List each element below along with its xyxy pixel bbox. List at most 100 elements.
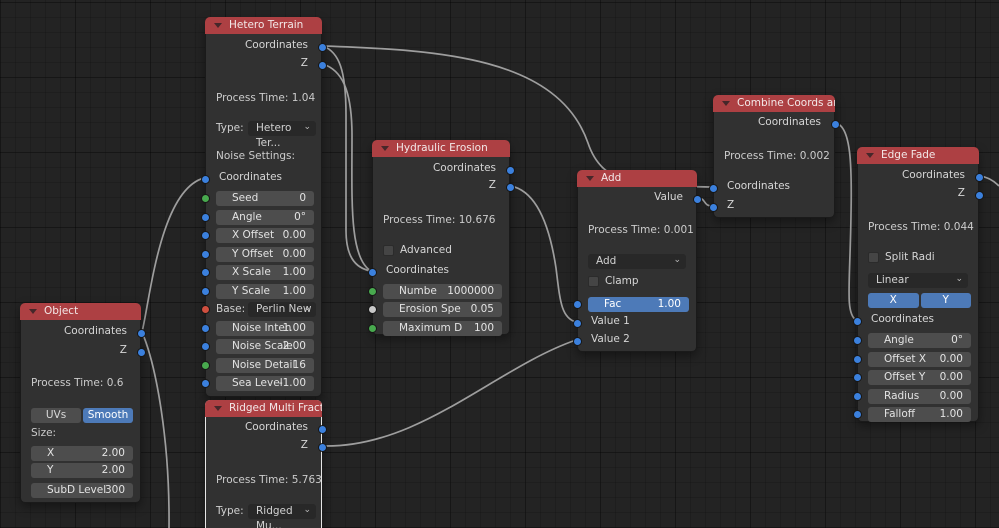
add-clamp-checkbox[interactable]: Clamp (588, 276, 689, 288)
edge-fade-input-falloff-socket[interactable] (853, 410, 862, 419)
hetero-terrain-input-sea-level-socket[interactable] (201, 379, 210, 388)
hydraulic-erosion-advanced-checkbox[interactable]: Advanced (383, 245, 502, 257)
edge-fade-offset-x-field[interactable]: Offset X0.00 (868, 352, 971, 367)
edge-fade-falloff-field[interactable]: Falloff1.00 (868, 407, 971, 422)
ridged-multi-fractal-ridged-mu-dropdown[interactable]: Ridged Mu...⌄ (248, 504, 316, 519)
hetero-terrain-perlin-new-dropdown[interactable]: Perlin New⌄ (248, 302, 316, 317)
node-editor-canvas[interactable]: ObjectCoordinatesZProcess Time: 0.6UVsSm… (0, 0, 999, 528)
hydraulic-erosion-numbe-field[interactable]: Numbe1000000 (383, 284, 502, 299)
hydraulic-erosion-input-maximum-d-socket[interactable] (368, 324, 377, 333)
hetero-terrain-input-y-scale-socket[interactable] (201, 287, 210, 296)
object-y-field[interactable]: Y2.00 (31, 463, 133, 478)
combine-coords-collapse-icon[interactable] (722, 101, 730, 106)
edge-fade-output-z-socket[interactable] (975, 191, 984, 200)
hetero-terrain-input-noise-detail-socket[interactable] (201, 361, 210, 370)
hetero-terrain-sea-level-field[interactable]: Sea Level-1.00 (216, 376, 314, 391)
hetero-terrain-output-coordinates-socket[interactable] (318, 43, 327, 52)
hydraulic-erosion-output-z-socket[interactable] (506, 183, 515, 192)
hydraulic-erosion-header[interactable]: Hydraulic Erosion (372, 140, 510, 157)
hetero-terrain-input-angle-socket[interactable] (201, 213, 210, 222)
object-output-coordinates-socket[interactable] (137, 329, 146, 338)
object-header[interactable]: Object (20, 303, 141, 320)
hetero-terrain-noise-inten-field[interactable]: Noise Inten1.00 (216, 321, 314, 336)
add-fac-slider[interactable]: Fac1.00 (588, 297, 689, 312)
hetero-terrain-input-noise-inten-socket[interactable] (201, 324, 210, 333)
edge-fade-split-radi-checkbox[interactable]: Split Radi (868, 252, 971, 264)
edge-fade-angle-field[interactable]: Angle0° (868, 333, 971, 348)
hetero-terrain-input-y-offset-socket[interactable] (201, 250, 210, 259)
node-hydraulic-erosion[interactable]: Hydraulic ErosionCoordinatesZProcess Tim… (372, 140, 510, 335)
hetero-terrain-header[interactable]: Hetero Terrain (205, 17, 322, 34)
edge-fade-x-button[interactable]: X (868, 293, 919, 308)
hetero-terrain-x-offset-field[interactable]: X Offset0.00 (216, 228, 314, 243)
hetero-terrain-angle-field[interactable]: Angle0° (216, 210, 314, 225)
edge-fade-header[interactable]: Edge Fade (857, 147, 979, 164)
add-add-dropdown[interactable]: Add⌄ (588, 254, 686, 269)
node-edge-fade[interactable]: Edge FadeCoordinatesZProcess Time: 0.044… (857, 147, 979, 422)
hetero-terrain-collapse-icon[interactable] (214, 23, 222, 28)
edge-fade-collapse-icon[interactable] (866, 153, 874, 158)
hetero-terrain-output-z-socket[interactable] (318, 61, 327, 70)
ridged-multi-fractal-collapse-icon[interactable] (214, 406, 222, 411)
object-output-z-socket[interactable] (137, 348, 146, 357)
node-hetero-terrain[interactable]: Hetero TerrainCoordinatesZProcess Time: … (205, 17, 322, 397)
node-add[interactable]: AddValueProcess Time: 0.001Add⌄ClampFac1… (577, 170, 697, 352)
combine-coords-title: Combine Coords and... (737, 97, 835, 109)
node-object[interactable]: ObjectCoordinatesZProcess Time: 0.6UVsSm… (20, 303, 141, 503)
hydraulic-erosion-input-coordinates-socket[interactable] (368, 268, 377, 277)
hetero-terrain-input-x-scale-socket[interactable] (201, 268, 210, 277)
object-collapse-icon[interactable] (29, 309, 37, 314)
edge-fade-linear-dropdown[interactable]: Linear⌄ (868, 273, 968, 288)
hetero-terrain-seed-field[interactable]: Seed0 (216, 191, 314, 206)
hetero-terrain-x-scale-value: 1.00 (283, 265, 306, 280)
edge-fade-radius-field[interactable]: Radius0.00 (868, 389, 971, 404)
hetero-terrain-input-noise-scale-socket[interactable] (201, 342, 210, 351)
hetero-terrain-noise-detail-field[interactable]: Noise Detail16 (216, 358, 314, 373)
combine-coords-input-z-socket[interactable] (709, 203, 718, 212)
hydraulic-erosion-output-coordinates-socket[interactable] (506, 166, 515, 175)
edge-fade-input-offset-y-socket[interactable] (853, 373, 862, 382)
hetero-terrain-hetero-ter-dropdown[interactable]: Hetero Ter...⌄ (248, 121, 316, 136)
hydraulic-erosion-maximum-d-field[interactable]: Maximum D100 (383, 321, 502, 336)
hydraulic-erosion-input-numbe-socket[interactable] (368, 287, 377, 296)
object-smooth-button[interactable]: Smooth (83, 408, 133, 423)
hetero-terrain-input-base-socket[interactable] (201, 305, 210, 314)
hetero-terrain-noise-scale-field[interactable]: Noise Scale2.00 (216, 339, 314, 354)
chevron-down-icon: ⌄ (303, 503, 311, 518)
edge-fade-input-offset-x-socket[interactable] (853, 355, 862, 364)
add-collapse-icon[interactable] (586, 176, 594, 181)
hetero-terrain-x-scale-field[interactable]: X Scale1.00 (216, 265, 314, 280)
hetero-terrain-y-offset-field[interactable]: Y Offset0.00 (216, 247, 314, 262)
edge-fade-input-radius-socket[interactable] (853, 392, 862, 401)
combine-coords-output-coordinates-socket[interactable] (831, 120, 840, 129)
edge-fade-input-coordinates-socket[interactable] (853, 317, 862, 326)
edge-fade-y-button[interactable]: Y (921, 293, 972, 308)
edge-fade-input-angle-socket[interactable] (853, 336, 862, 345)
add-header[interactable]: Add (577, 170, 697, 187)
object-subd-level-field[interactable]: SubD Level300 (31, 483, 133, 498)
edge-fade-offset-y-field[interactable]: Offset Y0.00 (868, 370, 971, 385)
hydraulic-erosion-collapse-icon[interactable] (381, 146, 389, 151)
ridged-multi-fractal-output-z-socket[interactable] (318, 443, 327, 452)
hetero-terrain-input-coordinates-socket[interactable] (201, 175, 210, 184)
add-input-value-2-socket[interactable] (573, 337, 582, 346)
edge-fade-output-coordinates-socket[interactable] (975, 173, 984, 182)
object-uvs-button[interactable]: UVs (31, 408, 81, 423)
hydraulic-erosion-erosion-spe-field[interactable]: Erosion Spe0.05 (383, 302, 502, 317)
hetero-terrain-input-x-offset-socket[interactable] (201, 231, 210, 240)
add-input-fac-socket[interactable] (573, 300, 582, 309)
hydraulic-erosion-input-erosion-spe-socket[interactable] (368, 305, 377, 314)
hetero-terrain-input-seed-socket[interactable] (201, 194, 210, 203)
object-x-field[interactable]: X2.00 (31, 446, 133, 461)
hetero-terrain-y-scale-field[interactable]: Y Scale1.00 (216, 284, 314, 299)
combine-coords-input-coordinates-socket[interactable] (709, 184, 718, 193)
hydraulic-erosion-output-coordinates-label: Coordinates (433, 162, 496, 174)
hetero-terrain-angle-label: Angle (232, 210, 262, 225)
ridged-multi-fractal-header[interactable]: Ridged Multi Fractal (205, 400, 322, 417)
node-combine-coords[interactable]: Combine Coords and...CoordinatesProcess … (713, 95, 835, 218)
add-output-value-socket[interactable] (693, 195, 702, 204)
node-ridged-multi-fractal[interactable]: Ridged Multi FractalCoordinatesZProcess … (205, 400, 322, 528)
ridged-multi-fractal-output-coordinates-socket[interactable] (318, 425, 327, 434)
combine-coords-header[interactable]: Combine Coords and... (713, 95, 835, 112)
add-input-value-1-socket[interactable] (573, 319, 582, 328)
